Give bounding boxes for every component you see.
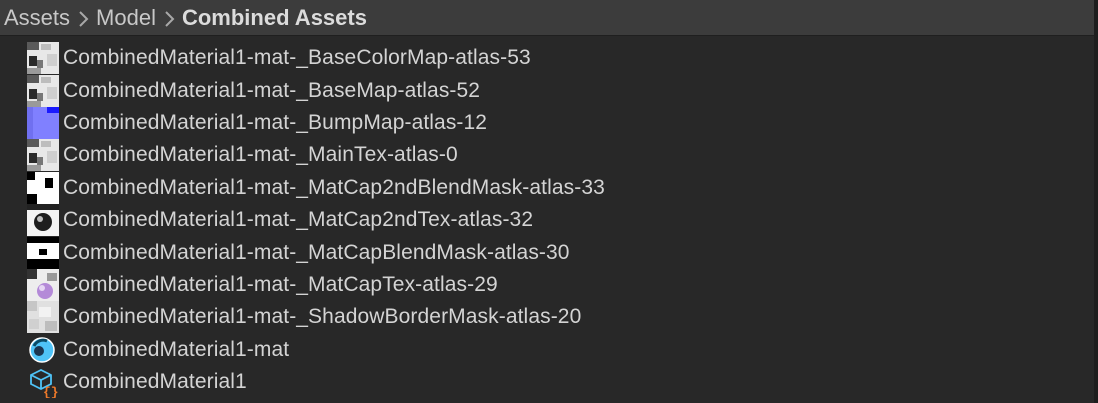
asset-name: CombinedMaterial1-mat-_MatCap2ndBlendMas… bbox=[63, 175, 605, 199]
asset-name: CombinedMaterial1-mat-_BumpMap-atlas-12 bbox=[63, 110, 488, 134]
script-asset-icon: {} bbox=[27, 366, 59, 398]
list-item[interactable]: CombinedMaterial1-mat-_MainTex-atlas-0 bbox=[0, 139, 1094, 172]
chevron-right-icon bbox=[70, 5, 96, 31]
asset-name: CombinedMaterial1 bbox=[63, 370, 247, 394]
list-item[interactable]: CombinedMaterial1-mat-_MatCapTex-atlas-2… bbox=[0, 268, 1094, 301]
mask-thumbnail-icon bbox=[27, 236, 59, 269]
matcap-thumbnail-icon bbox=[27, 268, 59, 301]
svg-text:{}: {} bbox=[43, 385, 59, 398]
project-browser-window: Assets Model Combined Assets CombinedMat… bbox=[0, 0, 1098, 403]
list-item[interactable]: {} CombinedMaterial1 bbox=[0, 366, 1094, 398]
asset-name: CombinedMaterial1-mat-_MatCap2ndTex-atla… bbox=[63, 208, 534, 232]
list-item[interactable]: CombinedMaterial1-mat-_MatCapBlendMask-a… bbox=[0, 236, 1094, 269]
asset-list: CombinedMaterial1-mat-_BaseColorMap-atla… bbox=[0, 42, 1094, 398]
asset-name: CombinedMaterial1-mat bbox=[63, 337, 290, 361]
asset-name: CombinedMaterial1-mat-_MainTex-atlas-0 bbox=[63, 143, 458, 167]
breadcrumb-assets[interactable]: Assets bbox=[4, 5, 70, 31]
scrollbar-edge bbox=[1094, 0, 1098, 403]
mask-thumbnail-icon bbox=[27, 171, 59, 204]
list-item[interactable]: CombinedMaterial1-mat-_MatCap2ndBlendMas… bbox=[0, 171, 1094, 204]
texture-thumbnail-icon bbox=[27, 139, 59, 172]
breadcrumb: Assets Model Combined Assets bbox=[0, 0, 1094, 36]
asset-name: CombinedMaterial1-mat-_ShadowBorderMask-… bbox=[63, 305, 582, 329]
asset-name: CombinedMaterial1-mat-_BaseMap-atlas-52 bbox=[63, 78, 481, 102]
list-item[interactable]: CombinedMaterial1-mat-_ShadowBorderMask-… bbox=[0, 301, 1094, 334]
material-sphere-icon bbox=[27, 334, 59, 366]
list-item[interactable]: CombinedMaterial1-mat-_BaseMap-atlas-52 bbox=[0, 74, 1094, 107]
normal-map-thumbnail-icon bbox=[27, 106, 59, 139]
list-item[interactable]: CombinedMaterial1-mat-_BaseColorMap-atla… bbox=[0, 42, 1094, 75]
asset-name: CombinedMaterial1-mat-_MatCapBlendMask-a… bbox=[63, 240, 570, 264]
asset-name: CombinedMaterial1-mat-_MatCapTex-atlas-2… bbox=[63, 272, 498, 296]
matcap-thumbnail-icon bbox=[27, 204, 59, 237]
list-item[interactable]: CombinedMaterial1-mat-_BumpMap-atlas-12 bbox=[0, 106, 1094, 139]
breadcrumb-combined-assets[interactable]: Combined Assets bbox=[182, 5, 367, 31]
shadow-mask-thumbnail-icon bbox=[27, 301, 59, 334]
texture-thumbnail-icon bbox=[27, 42, 59, 75]
chevron-right-icon bbox=[156, 5, 182, 31]
breadcrumb-model[interactable]: Model bbox=[96, 5, 156, 31]
list-item[interactable]: CombinedMaterial1-mat-_MatCap2ndTex-atla… bbox=[0, 204, 1094, 237]
list-item[interactable]: CombinedMaterial1-mat bbox=[0, 334, 1094, 366]
asset-name: CombinedMaterial1-mat-_BaseColorMap-atla… bbox=[63, 46, 531, 70]
texture-thumbnail-icon bbox=[27, 74, 59, 107]
